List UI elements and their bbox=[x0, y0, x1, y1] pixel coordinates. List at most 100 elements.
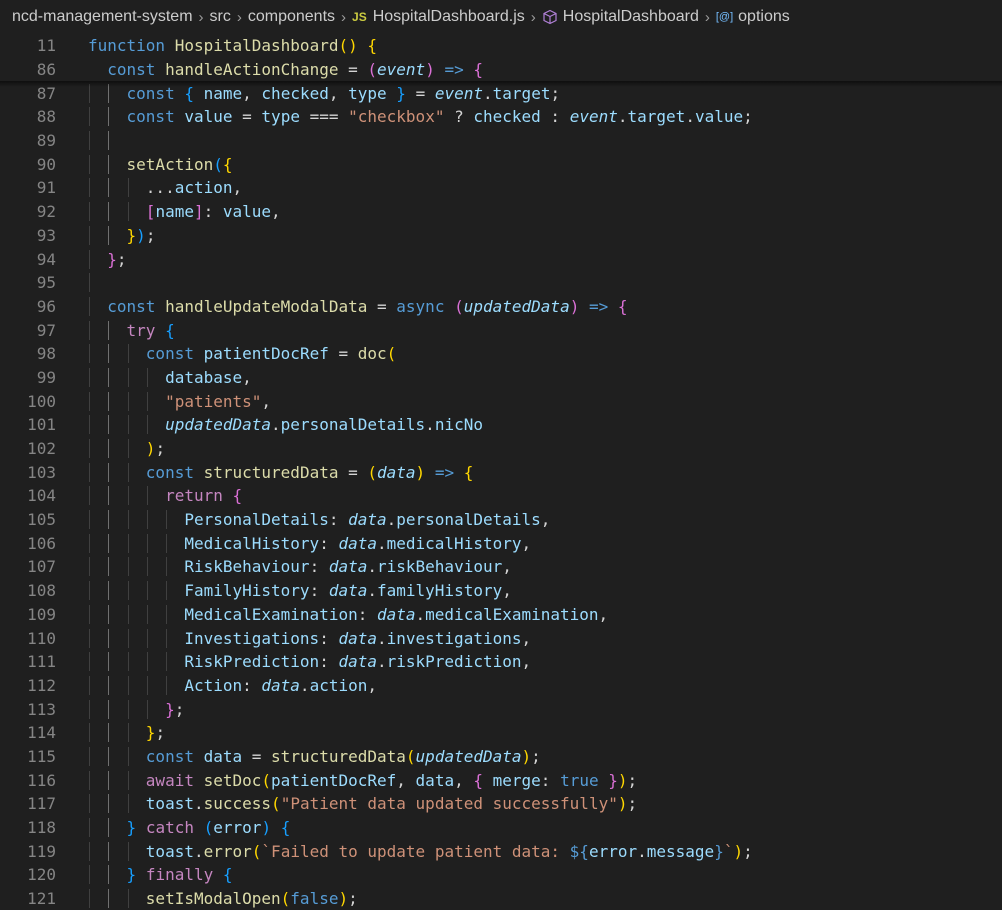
code-content: toast.success("Patient data updated succ… bbox=[88, 794, 1002, 814]
indent-guide bbox=[127, 178, 129, 198]
code-token: { bbox=[280, 818, 291, 838]
code-token: ( bbox=[213, 154, 223, 174]
code-line[interactable]: 92 [name]: value, bbox=[0, 200, 1002, 224]
code-token: structuredData bbox=[203, 462, 339, 482]
code-line[interactable]: 98 const patientDocRef = doc( bbox=[0, 342, 1002, 366]
code-line[interactable]: 110 Investigations: data.investigations, bbox=[0, 626, 1002, 650]
code-line[interactable]: 121 setIsModalOpen(false); bbox=[0, 887, 1002, 910]
code-line[interactable]: 95 bbox=[0, 271, 1002, 295]
breadcrumb-item[interactable]: HospitalDashboard bbox=[542, 8, 699, 26]
code-token: : bbox=[309, 581, 329, 601]
code-token: data bbox=[261, 675, 300, 695]
code-line[interactable]: 89 bbox=[0, 129, 1002, 153]
breadcrumb-item[interactable]: ncd-management-system bbox=[12, 8, 193, 26]
code-line[interactable]: 99 database, bbox=[0, 366, 1002, 390]
indent-guide bbox=[108, 202, 110, 222]
code-line[interactable]: 112 Action: data.action, bbox=[0, 674, 1002, 698]
breadcrumb-item[interactable]: components bbox=[248, 8, 335, 26]
code-line[interactable]: 108 FamilyHistory: data.familyHistory, bbox=[0, 579, 1002, 603]
sticky-scroll-line[interactable]: 86 const handleActionChange = (event) =>… bbox=[0, 57, 1002, 82]
code-line[interactable]: 106 MedicalHistory: data.medicalHistory, bbox=[0, 531, 1002, 555]
code-token: , bbox=[598, 604, 609, 624]
chevron-right-icon: › bbox=[704, 8, 710, 26]
code-token: error bbox=[588, 841, 638, 861]
code-line[interactable]: 88 const value = type === "checkbox" ? c… bbox=[0, 105, 1002, 129]
code-line[interactable]: 105 PersonalDetails: data.personalDetail… bbox=[0, 508, 1002, 532]
code-token: MedicalHistory bbox=[184, 533, 320, 553]
indent-guide bbox=[108, 604, 110, 624]
indent-guide bbox=[108, 699, 110, 719]
code-line[interactable]: 109 MedicalExamination: data.medicalExam… bbox=[0, 603, 1002, 627]
indent-guide bbox=[166, 675, 168, 695]
line-number: 95 bbox=[36, 273, 56, 293]
code-line[interactable]: 94 }; bbox=[0, 247, 1002, 271]
breadcrumb-item[interactable]: [@] options bbox=[716, 8, 790, 26]
code-line[interactable]: 101 updatedData.personalDetails.nicNo bbox=[0, 413, 1002, 437]
indent-guide bbox=[89, 367, 90, 387]
line-number: 89 bbox=[36, 131, 56, 151]
symbol-class-icon bbox=[542, 9, 558, 25]
code-editor[interactable]: 11 function HospitalDashboard() {86 const… bbox=[0, 34, 1002, 910]
line-number: 119 bbox=[27, 841, 56, 861]
code-line[interactable]: 104 return { bbox=[0, 484, 1002, 508]
code-token: const bbox=[107, 60, 156, 80]
code-token: : bbox=[319, 652, 339, 672]
indent-guide bbox=[108, 225, 110, 245]
indent-guide bbox=[127, 794, 129, 814]
code-line[interactable]: 116 await setDoc(patientDocRef, data, { … bbox=[0, 768, 1002, 792]
code-line[interactable]: 100 "patients", bbox=[0, 389, 1002, 413]
code-token: . bbox=[376, 628, 387, 648]
code-token: catch bbox=[145, 818, 194, 838]
code-line[interactable]: 91 ...action, bbox=[0, 176, 1002, 200]
indent-guide bbox=[89, 675, 90, 695]
breadcrumb-item[interactable]: src bbox=[210, 8, 231, 26]
code-line[interactable]: 114 }; bbox=[0, 721, 1002, 745]
code-token: . bbox=[685, 107, 695, 127]
code-line[interactable]: 120 } finally { bbox=[0, 863, 1002, 887]
code-line[interactable]: 115 const data = structuredData(updatedD… bbox=[0, 745, 1002, 769]
code-token: setDoc bbox=[203, 770, 262, 790]
code-line[interactable]: 93 }); bbox=[0, 224, 1002, 248]
code-token: error bbox=[203, 841, 252, 861]
indent-guide bbox=[89, 865, 90, 885]
code-line[interactable]: 107 RiskBehaviour: data.riskBehaviour, bbox=[0, 555, 1002, 579]
code-content: [name]: value, bbox=[88, 202, 1002, 222]
code-token: name bbox=[155, 202, 194, 222]
code-line[interactable]: 103 const structuredData = (data) => { bbox=[0, 460, 1002, 484]
breadcrumb: ncd-management-system › src › components › JS H… bbox=[0, 0, 1002, 34]
code-line[interactable]: 118 } catch (error) { bbox=[0, 816, 1002, 840]
code-line[interactable]: 96 const handleUpdateModalData = async (… bbox=[0, 295, 1002, 319]
indent-guide bbox=[127, 367, 129, 387]
code-line[interactable]: 97 try { bbox=[0, 318, 1002, 342]
code-content: setIsModalOpen(false); bbox=[88, 889, 1002, 909]
code-token: handleUpdateModalData bbox=[165, 296, 368, 316]
code-line[interactable]: 102 ); bbox=[0, 437, 1002, 461]
indent-guide bbox=[127, 770, 129, 790]
breadcrumb-item[interactable]: JS HospitalDashboard.js bbox=[352, 8, 525, 26]
code-token: try bbox=[126, 320, 156, 340]
indent-guide bbox=[127, 628, 129, 648]
code-line[interactable]: 119 toast.error(`Failed to update patien… bbox=[0, 839, 1002, 863]
code-line[interactable]: 111 RiskPrediction: data.riskPrediction, bbox=[0, 650, 1002, 674]
code-token: Investigations bbox=[184, 628, 320, 648]
code-token: HospitalDashboard bbox=[174, 36, 339, 56]
code-token: return bbox=[165, 486, 223, 506]
line-number: 104 bbox=[27, 486, 56, 506]
code-line[interactable]: 90 setAction({ bbox=[0, 152, 1002, 176]
code-token: } bbox=[165, 699, 175, 719]
code-line[interactable]: 113 }; bbox=[0, 697, 1002, 721]
code-line[interactable]: 117 toast.success("Patient data updated … bbox=[0, 792, 1002, 816]
indent-guide bbox=[108, 391, 110, 411]
line-number: 102 bbox=[27, 439, 56, 459]
sticky-scroll-line[interactable]: 11 function HospitalDashboard() { bbox=[0, 34, 1002, 58]
